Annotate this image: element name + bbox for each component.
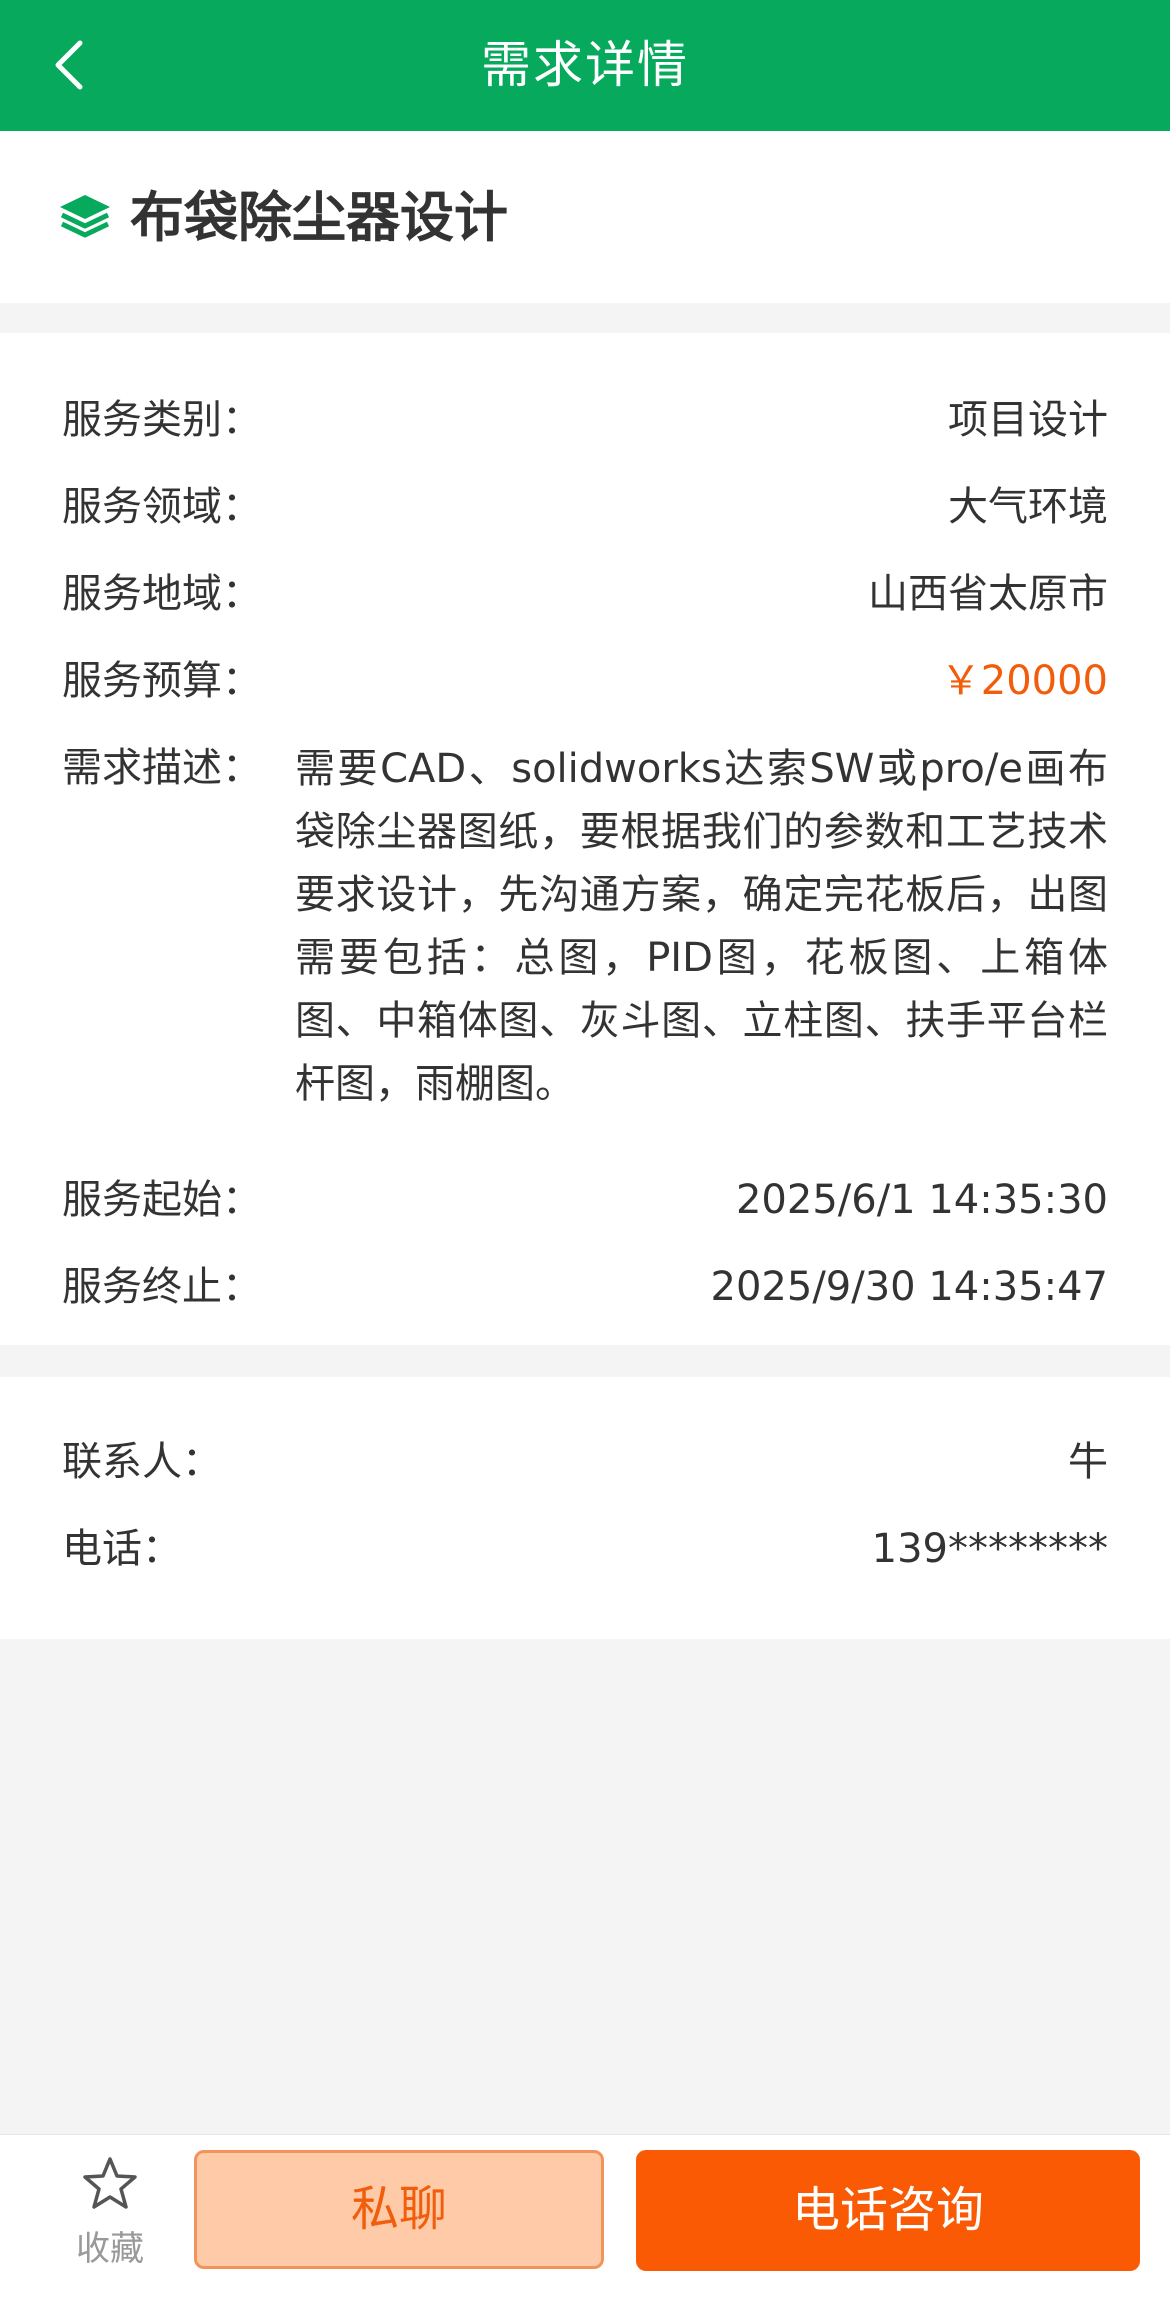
contact-row-person: 联系人： 牛 <box>62 1432 1108 1492</box>
private-chat-button[interactable]: 私聊 <box>194 2150 604 2269</box>
end-value: 2025/9/30 14:35:47 <box>710 1264 1108 1310</box>
favorite-button[interactable]: 收藏 <box>60 2147 160 2297</box>
phone-consult-button[interactable]: 电话咨询 <box>636 2150 1140 2271</box>
category-value: 项目设计 <box>948 397 1108 443</box>
description-text: 需要CAD、solidworks达索SW或pro/e画布袋除尘器图纸，要根据我们… <box>295 746 1108 1107</box>
budget-label: 服务预算： <box>62 658 262 704</box>
detail-row-end: 服务终止： 2025/9/30 14:35:47 <box>62 1257 1108 1317</box>
contact-row-phone: 电话： 139******** <box>62 1519 1108 1579</box>
budget-value: ￥20000 <box>940 658 1108 704</box>
phone-label: 电话： <box>62 1526 182 1572</box>
detail-row-region: 服务地域： 山西省太原市 <box>62 564 1108 624</box>
project-title-card: 布袋除尘器设计 <box>0 131 1170 303</box>
start-label: 服务起始： <box>62 1177 262 1223</box>
nav-bar: 需求详情 <box>0 0 1170 131</box>
project-title: 布袋除尘器设计 <box>130 186 508 249</box>
detail-row-category: 服务类别： 项目设计 <box>62 390 1108 450</box>
region-value: 山西省太原市 <box>868 571 1108 617</box>
contact-person-label: 联系人： <box>62 1439 222 1485</box>
contact-card: 联系人： 牛 电话： 139******** <box>0 1377 1170 1639</box>
star-icon <box>83 2157 137 2209</box>
details-card: 服务类别： 项目设计 服务领域： 大气环境 服务地域： 山西省太原市 服务预算：… <box>0 333 1170 1345</box>
category-label: 服务类别： <box>62 397 262 443</box>
page-title: 需求详情 <box>481 36 689 94</box>
end-label: 服务终止： <box>62 1264 262 1310</box>
start-value: 2025/6/1 14:35:30 <box>735 1177 1108 1223</box>
contact-person-value: 牛 <box>1068 1439 1108 1485</box>
region-label: 服务地域： <box>62 571 262 617</box>
detail-row-budget: 服务预算： ￥20000 <box>62 651 1108 711</box>
phone-value: 139******** <box>871 1526 1108 1572</box>
detail-row-start: 服务起始： 2025/6/1 14:35:30 <box>62 1170 1108 1230</box>
description-label: 需求描述： <box>62 745 262 791</box>
detail-row-field: 服务领域： 大气环境 <box>62 477 1108 537</box>
bottom-action-bar: 收藏 私聊 电话咨询 <box>0 2134 1170 2320</box>
field-value: 大气环境 <box>948 484 1108 530</box>
field-label: 服务领域： <box>62 484 262 530</box>
layers-icon <box>60 195 110 238</box>
favorite-label: 收藏 <box>76 2229 144 2269</box>
